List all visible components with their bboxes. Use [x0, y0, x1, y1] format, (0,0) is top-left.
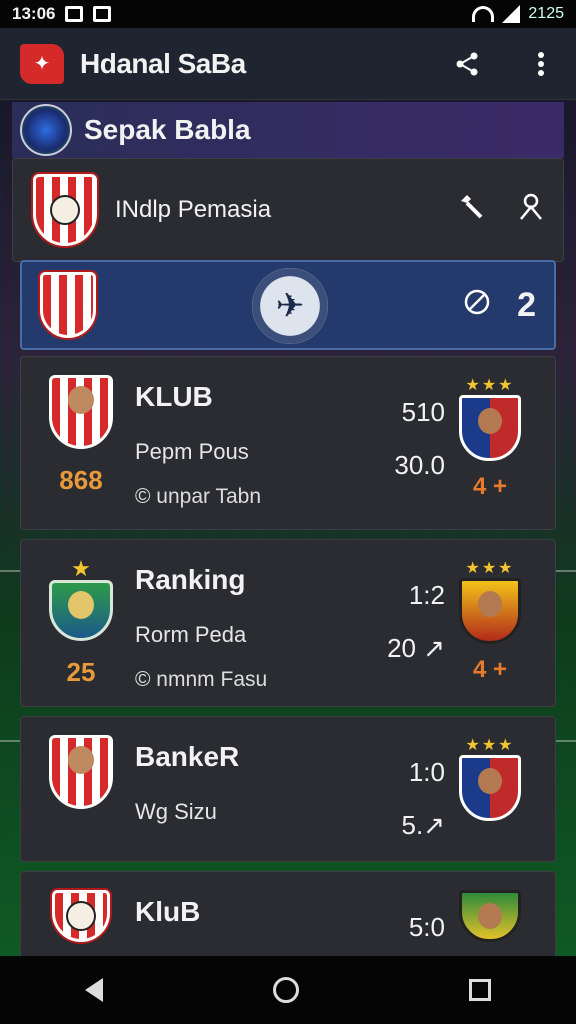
share-icon[interactable]: [452, 49, 482, 79]
player-avatar: [49, 375, 113, 449]
match-count: 2: [517, 285, 536, 324]
app-actions: [452, 49, 556, 79]
match-card[interactable]: ✈ 2: [20, 260, 556, 350]
status-time: 13:06: [12, 4, 56, 23]
rank-number: 868: [59, 465, 103, 495]
player-left: 868: [41, 375, 121, 511]
player-info: BankeR Wg Sizu: [135, 735, 355, 843]
status-bar: 13:06 2125: [0, 0, 576, 28]
app-bar: ✦ Hdanal SaBa: [0, 28, 576, 100]
list-item[interactable]: BankeR Wg Sizu 1:0 5.↗ ★★★: [20, 716, 556, 862]
score-col: 510 30.0: [355, 375, 445, 511]
rank-number: 25: [66, 657, 96, 687]
rival-number: 4 +: [472, 473, 508, 500]
score-primary: 1:0: [408, 757, 445, 787]
stars-icon: ★★★: [465, 560, 515, 577]
team-actions: [457, 193, 543, 228]
team-name: INdlp Pemasia: [115, 196, 272, 223]
more-vert-icon[interactable]: [526, 49, 556, 79]
battery-level: 2125: [528, 5, 564, 22]
score-primary: 5:0: [408, 912, 445, 942]
score-col: 5:0: [355, 890, 445, 942]
team-crest-icon: [33, 174, 97, 246]
rival-crest-icon: [459, 578, 521, 644]
score-primary: 510: [401, 397, 445, 427]
rival-crest-icon: [459, 890, 521, 942]
item-meta: © nmnm Fasu: [135, 668, 268, 691]
item-title: Ranking: [135, 564, 246, 595]
item-title: KluB: [135, 896, 201, 927]
rival-col: ★★★ 4 +: [445, 375, 535, 511]
rival-number: 4 +: [472, 656, 508, 683]
person-icon[interactable]: [519, 193, 543, 228]
rival-col: [445, 890, 535, 942]
app-logo-icon: ✦: [20, 43, 64, 84]
player-info: KLUB Pepm Pous © unpar Tabn: [135, 375, 355, 511]
player-info: Ranking Rorm Peda © nmnm Fasu: [135, 558, 355, 691]
list-item[interactable]: ★ 25 Ranking Rorm Peda © nmnm Fasu 1:2 2…: [20, 539, 556, 707]
notification-icon: [65, 6, 84, 22]
rival-col: ★★★: [445, 735, 535, 843]
stars-icon: ★★★: [465, 377, 515, 394]
score-secondary: 30.0: [394, 450, 445, 480]
wrench-icon[interactable]: [457, 193, 485, 228]
stars-icon: ★★★: [465, 737, 515, 754]
player-avatar: [49, 580, 113, 641]
recent-apps-icon[interactable]: [469, 979, 491, 1001]
list-item[interactable]: KluB 5:0: [20, 871, 556, 961]
back-icon[interactable]: [85, 978, 103, 1002]
player-crest-icon: [52, 890, 110, 942]
item-title: BankeR: [135, 741, 240, 772]
image-notification-icon: [93, 6, 112, 22]
wifi-icon: [472, 6, 495, 22]
app-title: Hdanal SaBa: [80, 47, 246, 79]
rival-col: ★★★ 4 +: [445, 558, 535, 688]
player-info: KluB: [135, 890, 355, 942]
score-primary: 1:2: [408, 580, 445, 610]
match-right: 2: [463, 286, 536, 325]
item-meta: © unpar Tabn: [135, 485, 262, 508]
globe-icon[interactable]: [463, 288, 491, 323]
list-item[interactable]: 868 KLUB Pepm Pous © unpar Tabn 510 30.0…: [20, 356, 556, 530]
team-card[interactable]: INdlp Pemasia: [12, 158, 564, 262]
player-avatar: [49, 735, 113, 809]
league-emblem-icon: ✈: [252, 268, 328, 344]
player-left: [41, 890, 121, 942]
league-header[interactable]: Sepak Babla: [12, 102, 564, 158]
league-title: Sepak Babla: [84, 114, 251, 145]
item-subtitle: Pepm Pous: [135, 439, 249, 464]
home-icon[interactable]: [273, 977, 299, 1003]
item-subtitle: Rorm Peda: [135, 622, 247, 647]
home-crest-icon: [40, 272, 96, 338]
player-left: ★ 25: [41, 558, 121, 688]
score-col: 1:0 5.↗: [355, 735, 445, 843]
score-col: 1:2 20 ↗: [355, 558, 445, 688]
signal-icon: [502, 5, 521, 23]
player-left: [41, 735, 121, 843]
item-subtitle: Wg Sizu: [135, 799, 217, 824]
rival-crest-icon: [459, 395, 521, 461]
item-title: KLUB: [135, 381, 213, 412]
score-secondary: 5.↗: [401, 810, 445, 840]
system-nav-bar: [0, 956, 576, 1024]
star-icon: ★: [71, 556, 91, 581]
league-badge-icon: [20, 104, 72, 156]
score-secondary: 20 ↗: [387, 633, 445, 663]
status-indicators: 2125: [472, 5, 564, 23]
rival-crest-icon: [459, 755, 521, 821]
